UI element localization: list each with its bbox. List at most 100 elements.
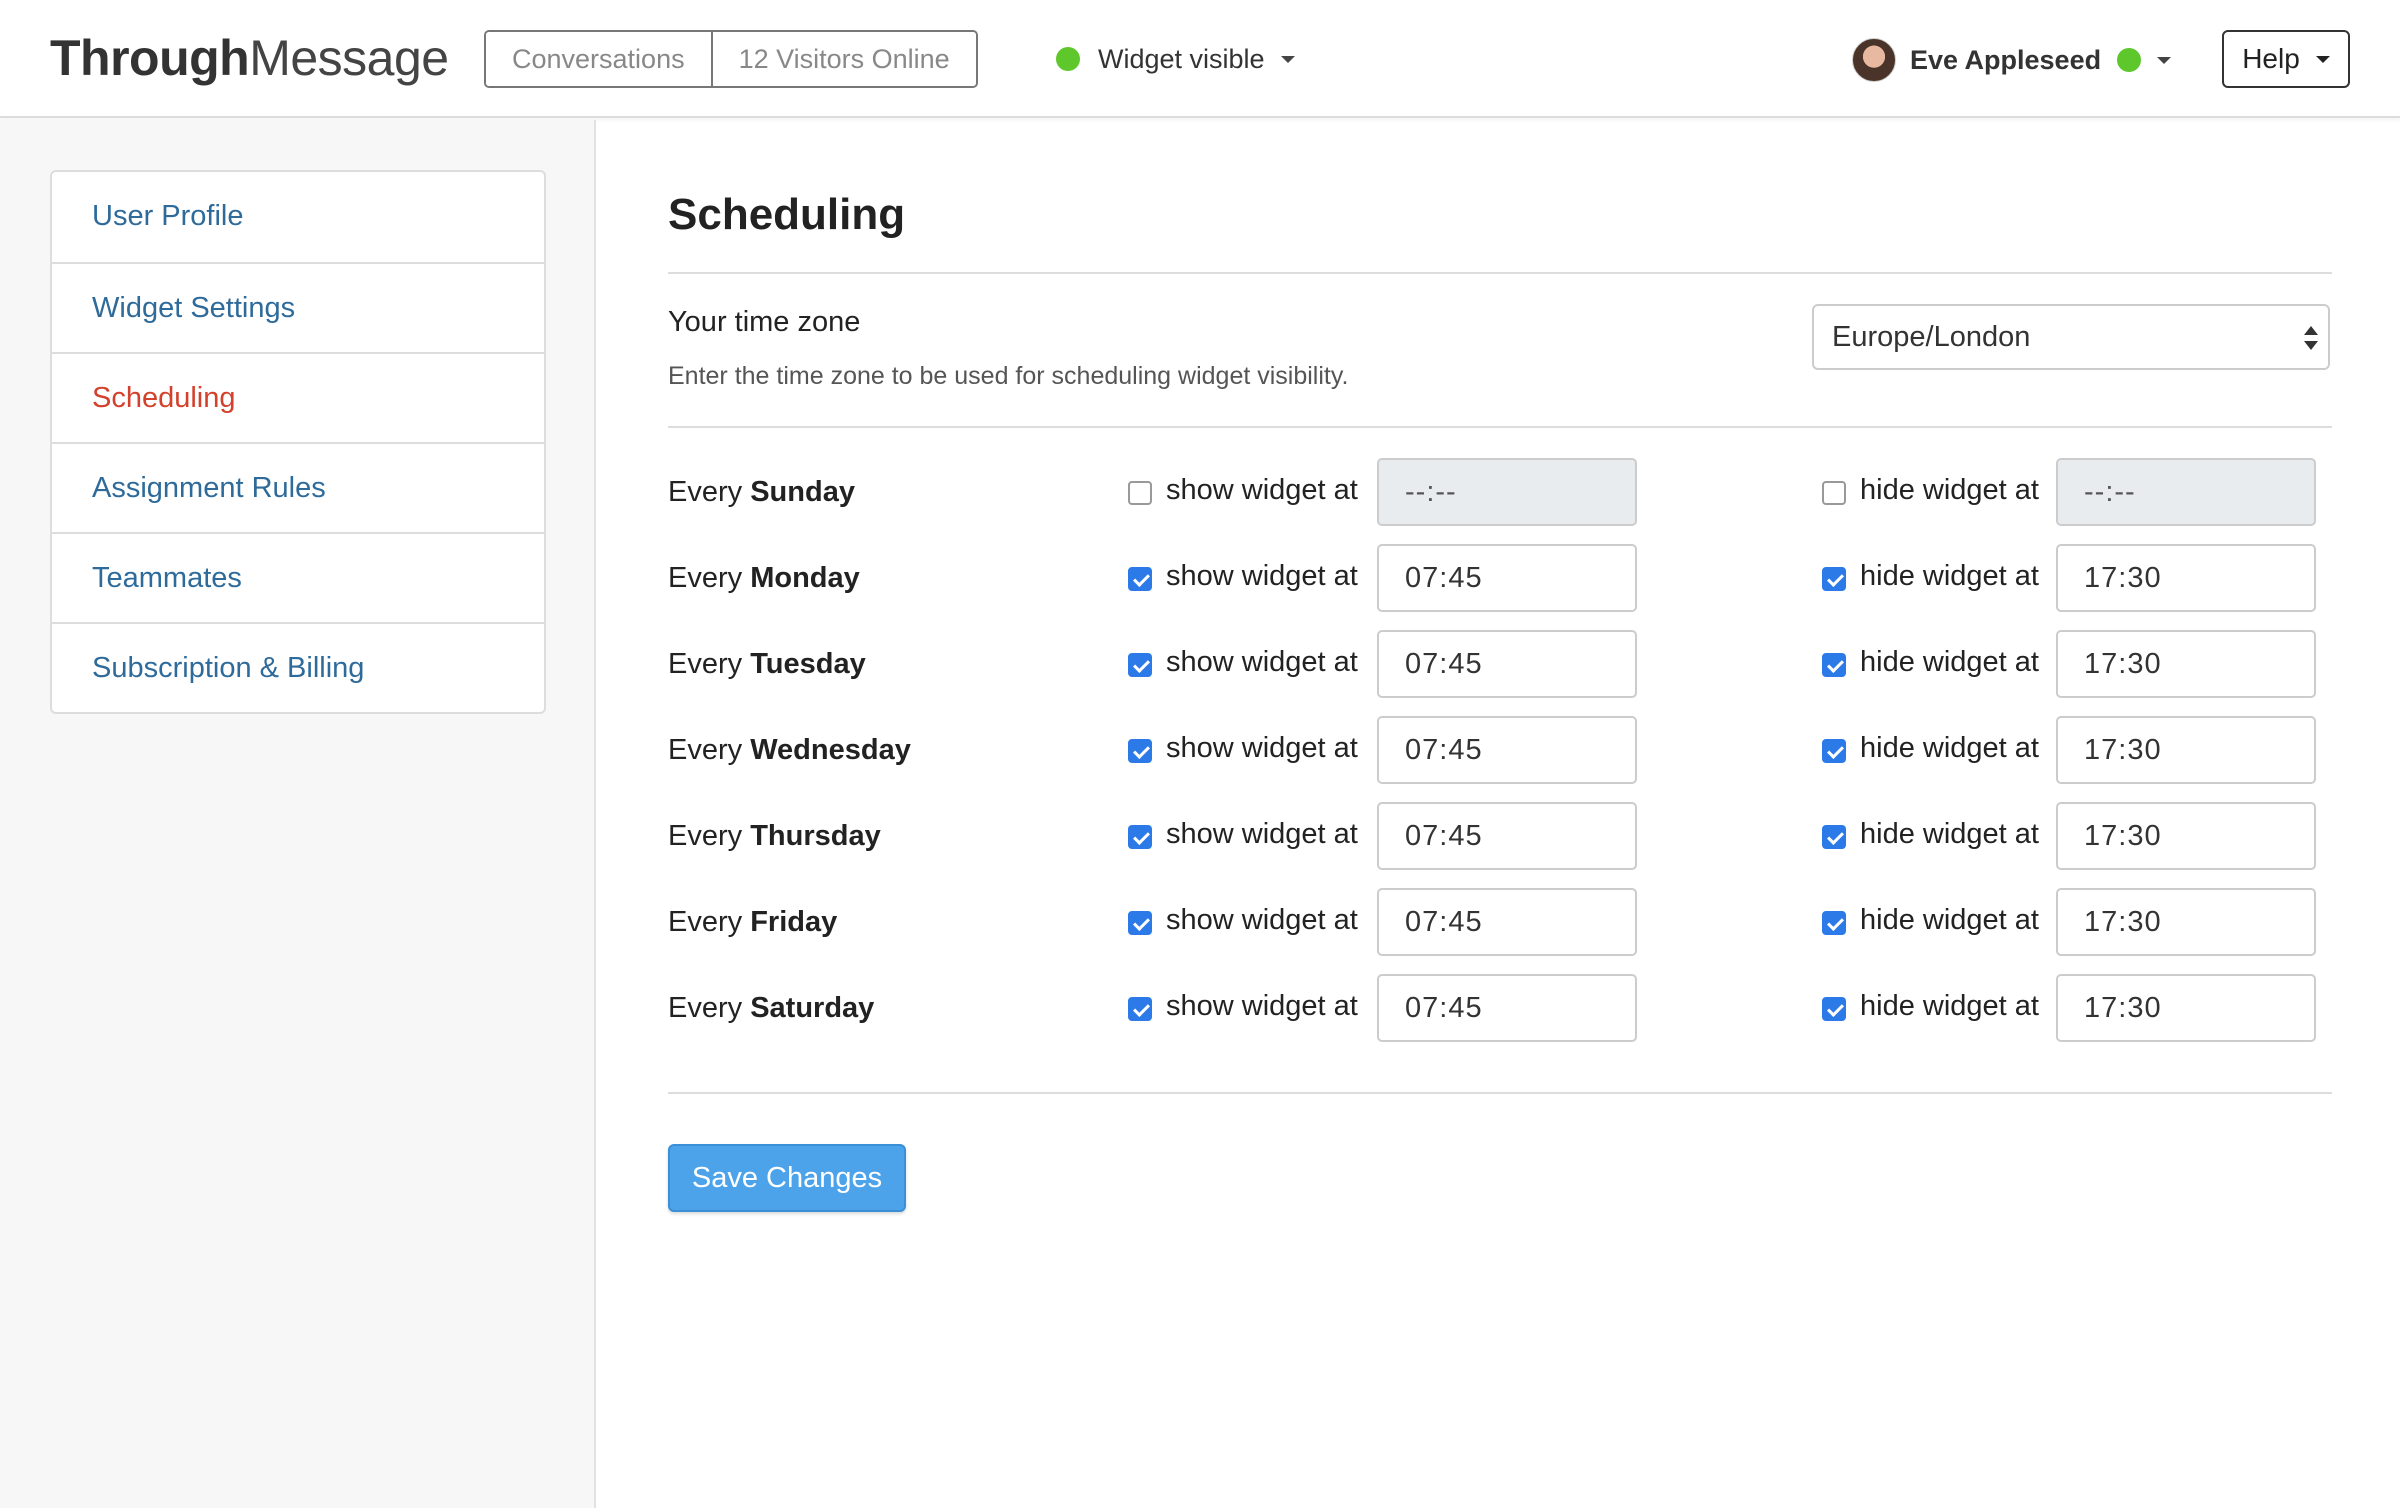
hide-label: hide widget at <box>1860 904 2039 936</box>
hide-checkbox[interactable] <box>1822 911 1846 935</box>
caret-down-icon <box>2157 56 2172 64</box>
widget-status-label: Widget visible <box>1098 43 1265 74</box>
show-checkbox[interactable] <box>1128 997 1152 1021</box>
hide-checkbox[interactable] <box>1822 481 1846 505</box>
hide-checkbox[interactable] <box>1822 653 1846 677</box>
hide-checkbox[interactable] <box>1822 825 1846 849</box>
divider <box>668 272 2332 274</box>
day-name: Saturday <box>750 992 875 1024</box>
day-label: Every Monday <box>668 562 860 595</box>
day-name: Monday <box>750 562 860 594</box>
sidebar-item-assignment-rules[interactable]: Assignment Rules <box>52 442 544 532</box>
show-checkbox[interactable] <box>1128 825 1152 849</box>
schedule-row-monday: Every Monday show widget at 07:45 hide w… <box>668 544 2332 614</box>
sidebar-item-subscription-billing[interactable]: Subscription & Billing <box>52 622 544 712</box>
every-label: Every <box>668 476 743 508</box>
show-label: show widget at <box>1166 474 1358 506</box>
day-name: Friday <box>750 906 838 938</box>
show-time-input[interactable]: 07:45 <box>1377 888 1637 956</box>
show-checkbox[interactable] <box>1128 911 1152 935</box>
day-name: Sunday <box>750 476 855 508</box>
hide-label: hide widget at <box>1860 990 2039 1022</box>
show-time-input[interactable]: 07:45 <box>1377 544 1637 612</box>
every-label: Every <box>668 906 743 938</box>
caret-down-icon <box>1280 55 1295 63</box>
sidebar-item-scheduling[interactable]: Scheduling <box>52 352 544 442</box>
show-time-input[interactable]: 07:45 <box>1377 974 1637 1042</box>
help-dropdown-button[interactable]: Help <box>2222 30 2350 88</box>
top-navbar: ThroughMessage Conversations 12 Visitors… <box>0 0 2400 118</box>
show-time-input[interactable]: 07:45 <box>1377 802 1637 870</box>
show-checkbox[interactable] <box>1128 567 1152 591</box>
show-label: show widget at <box>1166 904 1358 936</box>
day-label: Every Saturday <box>668 992 874 1025</box>
select-arrows-icon <box>2304 326 2318 350</box>
hide-time-input[interactable]: 17:30 <box>2056 888 2316 956</box>
avatar <box>1852 38 1896 82</box>
show-label: show widget at <box>1166 646 1358 678</box>
timezone-select[interactable]: Europe/London <box>1812 304 2330 370</box>
schedule-row-sunday: Every Sunday show widget at --:-- hide w… <box>668 458 2332 528</box>
widget-visibility-dropdown[interactable]: Widget visible <box>1056 30 1295 88</box>
every-label: Every <box>668 820 743 852</box>
hide-time-input[interactable]: 17:30 <box>2056 630 2316 698</box>
settings-menu: User Profile Widget Settings Scheduling … <box>50 170 546 714</box>
user-menu-dropdown[interactable]: Eve Appleseed <box>1852 36 2172 84</box>
visitors-online-button[interactable]: 12 Visitors Online <box>710 32 976 86</box>
show-checkbox[interactable] <box>1128 653 1152 677</box>
show-label: show widget at <box>1166 990 1358 1022</box>
brand-bold: Through <box>50 30 250 86</box>
every-label: Every <box>668 734 743 766</box>
day-label: Every Wednesday <box>668 734 911 767</box>
help-label: Help <box>2242 43 2300 74</box>
show-time-input[interactable]: 07:45 <box>1377 630 1637 698</box>
hide-label: hide widget at <box>1860 560 2039 592</box>
nav-button-group: Conversations 12 Visitors Online <box>484 30 978 88</box>
show-time-input[interactable]: --:-- <box>1377 458 1637 526</box>
hide-time-input[interactable]: 17:30 <box>2056 974 2316 1042</box>
hide-label: hide widget at <box>1860 474 2039 506</box>
hide-time-input[interactable]: --:-- <box>2056 458 2316 526</box>
divider <box>668 426 2332 428</box>
status-dot-icon <box>1056 47 1080 71</box>
day-label: Every Thursday <box>668 820 881 853</box>
timezone-selected-value: Europe/London <box>1832 321 2031 353</box>
day-name: Tuesday <box>750 648 866 680</box>
show-checkbox[interactable] <box>1128 739 1152 763</box>
hide-checkbox[interactable] <box>1822 567 1846 591</box>
user-name: Eve Appleseed <box>1910 44 2102 75</box>
brand-logo[interactable]: ThroughMessage <box>50 28 449 88</box>
day-label: Every Tuesday <box>668 648 866 681</box>
divider <box>668 1092 2332 1094</box>
page-title: Scheduling <box>668 190 906 239</box>
brand-light: Message <box>249 30 449 86</box>
sidebar-item-widget-settings[interactable]: Widget Settings <box>52 262 544 352</box>
day-name: Wednesday <box>750 734 911 766</box>
hide-checkbox[interactable] <box>1822 997 1846 1021</box>
schedule-row-thursday: Every Thursday show widget at 07:45 hide… <box>668 802 2332 872</box>
conversations-button[interactable]: Conversations <box>486 32 711 86</box>
caret-down-icon <box>2315 55 2330 63</box>
schedule-row-saturday: Every Saturday show widget at 07:45 hide… <box>668 974 2332 1044</box>
show-time-input[interactable]: 07:45 <box>1377 716 1637 784</box>
hide-time-input[interactable]: 17:30 <box>2056 802 2316 870</box>
hide-checkbox[interactable] <box>1822 739 1846 763</box>
hide-time-input[interactable]: 17:30 <box>2056 716 2316 784</box>
show-checkbox[interactable] <box>1128 481 1152 505</box>
show-label: show widget at <box>1166 818 1358 850</box>
schedule-row-tuesday: Every Tuesday show widget at 07:45 hide … <box>668 630 2332 700</box>
schedule-row-wednesday: Every Wednesday show widget at 07:45 hid… <box>668 716 2332 786</box>
schedule-row-friday: Every Friday show widget at 07:45 hide w… <box>668 888 2332 958</box>
save-changes-button[interactable]: Save Changes <box>668 1144 906 1212</box>
hide-label: hide widget at <box>1860 646 2039 678</box>
show-label: show widget at <box>1166 732 1358 764</box>
sidebar-item-user-profile[interactable]: User Profile <box>52 172 544 262</box>
every-label: Every <box>668 648 743 680</box>
sidebar-item-teammates[interactable]: Teammates <box>52 532 544 622</box>
timezone-help-text: Enter the time zone to be used for sched… <box>668 362 1349 390</box>
timezone-label: Your time zone <box>668 306 861 338</box>
hide-label: hide widget at <box>1860 818 2039 850</box>
hide-time-input[interactable]: 17:30 <box>2056 544 2316 612</box>
day-name: Thursday <box>750 820 881 852</box>
every-label: Every <box>668 992 743 1024</box>
